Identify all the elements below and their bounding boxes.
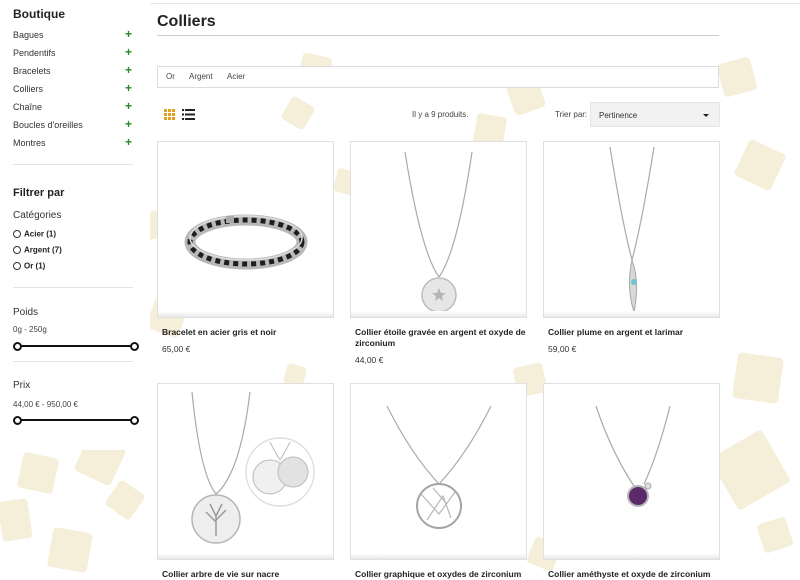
product-image[interactable] [543, 141, 720, 318]
filter-option-label: Argent (7) [24, 245, 62, 255]
expand-plus-icon[interactable]: + [125, 63, 132, 77]
graphic-pendant-necklace-icon [386, 405, 492, 529]
page-title: Colliers [157, 13, 216, 30]
grid-view-icon[interactable] [164, 109, 175, 120]
sidebar-item-label: Boucles d'oreilles [13, 120, 83, 130]
sidebar-item-pendentifs[interactable]: Pendentifs + [13, 45, 133, 61]
product-image[interactable] [543, 383, 720, 560]
weight-slider[interactable] [13, 341, 139, 351]
divider [13, 287, 133, 288]
bracelet-icon [184, 214, 308, 270]
product-image[interactable] [157, 383, 334, 560]
radio-circle-icon[interactable] [13, 261, 21, 270]
feather-pendant-necklace-icon [609, 146, 655, 314]
radio-circle-icon[interactable] [13, 245, 21, 254]
product-count: Il y a 9 produits. [412, 110, 469, 119]
image-shade [351, 311, 526, 317]
subcategory-link-acier[interactable]: Acier [227, 72, 245, 81]
sidebar-item-chaine[interactable]: Chaîne + [13, 99, 133, 115]
product-price: 65,00 € [162, 344, 191, 354]
sidebar-item-label: Bagues [13, 30, 44, 40]
sidebar-item-label: Pendentifs [13, 48, 56, 58]
expand-plus-icon[interactable]: + [125, 45, 132, 59]
slider-min-handle[interactable] [13, 416, 22, 425]
image-shade [544, 553, 719, 559]
subcategory-link-or[interactable]: Or [166, 72, 175, 81]
filter-title: Filtrer par [13, 187, 65, 199]
sort-dropdown[interactable]: Pertinence [590, 102, 720, 127]
sidebar-item-colliers[interactable]: Colliers + [13, 81, 133, 97]
sidebar-item-montres[interactable]: Montres + [13, 135, 133, 151]
expand-plus-icon[interactable]: + [125, 99, 132, 113]
price-range-text: 44,00 € - 950,00 € [13, 400, 78, 409]
sort-value: Pertinence [599, 111, 638, 120]
product-image[interactable] [157, 141, 334, 318]
title-divider [157, 35, 719, 36]
sidebar-item-bagues[interactable]: Bagues + [13, 27, 133, 43]
facet-title-price: Prix [13, 380, 31, 391]
image-shade [544, 311, 719, 317]
expand-plus-icon[interactable]: + [125, 135, 132, 149]
image-shade [351, 553, 526, 559]
slider-max-handle[interactable] [130, 416, 139, 425]
product-name[interactable]: Collier graphique et oxydes de zirconium [355, 569, 527, 580]
expand-plus-icon[interactable]: + [125, 117, 132, 131]
main-content: Colliers Or Argent Acier Il y a 9 produi… [150, 0, 800, 579]
filter-option-label: Acier (1) [24, 229, 57, 239]
filter-option-acier[interactable]: Acier (1) [13, 229, 56, 243]
filter-option-label: Or (1) [24, 261, 46, 271]
price-slider[interactable] [13, 415, 139, 425]
slider-max-handle[interactable] [130, 342, 139, 351]
subcategory-bar: Or Argent Acier [157, 66, 719, 88]
list-view-icon[interactable] [182, 109, 195, 120]
expand-plus-icon[interactable]: + [125, 81, 132, 95]
product-name[interactable]: Collier arbre de vie sur nacre [162, 569, 334, 580]
image-shade [158, 311, 333, 317]
sidebar-item-boucles-oreilles[interactable]: Boucles d'oreilles + [13, 117, 133, 133]
sidebar-item-bracelets[interactable]: Bracelets + [13, 63, 133, 79]
radio-circle-icon[interactable] [13, 229, 21, 238]
weight-range-text: 0g - 250g [13, 325, 47, 334]
expand-plus-icon[interactable]: + [125, 27, 132, 41]
divider [13, 361, 133, 362]
slider-track [16, 345, 136, 347]
chevron-down-icon [703, 114, 709, 117]
filter-option-or[interactable]: Or (1) [13, 261, 45, 275]
product-image[interactable] [350, 383, 527, 560]
product-name[interactable]: Bracelet en acier gris et noir [162, 327, 334, 338]
divider [13, 164, 133, 165]
subcategory-link-argent[interactable]: Argent [189, 72, 213, 81]
tree-of-life-necklace-icon [191, 391, 315, 544]
filter-option-argent[interactable]: Argent (7) [13, 245, 62, 259]
sidebar: Boutique Bagues + Pendentifs + Bracelets… [0, 0, 150, 450]
star-pendant-necklace-icon [404, 151, 473, 313]
facet-title-categories: Catégories [13, 210, 62, 221]
sidebar-item-label: Colliers [13, 84, 44, 94]
image-shade [158, 553, 333, 559]
facet-title-weight: Poids [13, 307, 39, 318]
product-name[interactable]: Collier étoile gravée en argent et oxyde… [355, 327, 527, 349]
sidebar-item-label: Bracelets [13, 66, 51, 76]
sidebar-item-label: Chaîne [13, 102, 43, 112]
sidebar-item-label: Montres [13, 138, 46, 148]
slider-min-handle[interactable] [13, 342, 22, 351]
slider-track [16, 419, 136, 421]
sidebar-title: Boutique [13, 7, 65, 21]
product-price: 44,00 € [355, 355, 384, 365]
product-price: 59,00 € [548, 344, 577, 354]
product-image[interactable] [350, 141, 527, 318]
product-name[interactable]: Collier plume en argent et larimar [548, 327, 720, 338]
amethyst-necklace-icon [595, 405, 671, 507]
sort-label: Trier par: [555, 110, 588, 119]
product-name[interactable]: Collier améthyste et oxyde de zirconium [548, 569, 720, 580]
